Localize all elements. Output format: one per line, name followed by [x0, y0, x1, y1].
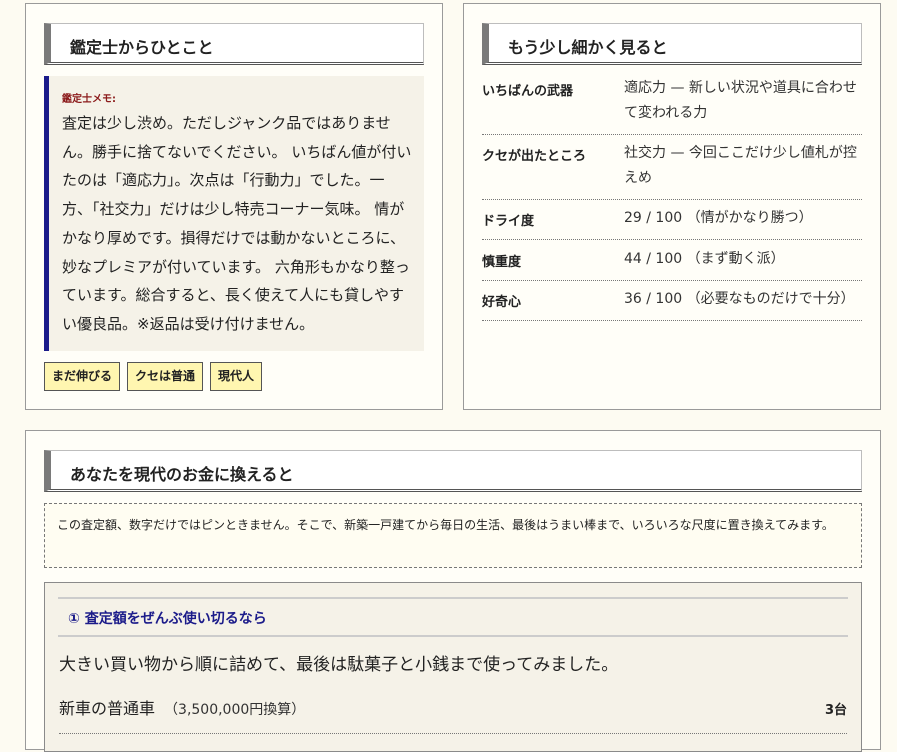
purchase-count: 3台: [824, 703, 847, 718]
detail-value: 適応力 — 新しい状況や道具に合わせて変われる力: [624, 80, 857, 121]
detail-label: クセが出たところ: [482, 149, 587, 164]
detail-row: いちばんの武器 適応力 — 新しい状況や道具に合わせて変われる力: [482, 76, 862, 135]
appraiser-memo: 鑑定士メモ: 査定は少し渋め。ただしジャンク品ではありません。勝手に捨てないでく…: [44, 76, 424, 351]
detail-label: ドライ度: [482, 214, 535, 229]
tag-item[interactable]: 現代人: [210, 362, 263, 391]
details-card: もう少し細かく見ると いちばんの武器 適応力 — 新しい状況や道具に合わせて変わ…: [463, 3, 881, 410]
purchase-item: 新車の普通車 （3,500,000円換算）: [59, 695, 305, 719]
detail-row: ドライ度 29 / 100 （情がかなり勝つ）: [482, 206, 862, 240]
detail-label: いちばんの武器: [482, 84, 574, 99]
memo-text: 査定は少し渋め。ただしジャンク品ではありません。勝手に捨てないでください。 いち…: [62, 114, 412, 333]
purchase-row: 新車の普通車 （3,500,000円換算） 3台: [59, 695, 847, 734]
tag-item[interactable]: まだ伸びる: [44, 362, 121, 391]
section-title: 鑑定士からひとこと: [70, 38, 214, 57]
purchase-item-label: 新車の普通車: [59, 699, 156, 718]
detail-label: 慎重度: [482, 255, 522, 270]
panel-lead-text: 大きい買い物から順に詰めて、最後は駄菓子と小銭まで使ってみました。: [59, 655, 619, 675]
section-title: もう少し細かく見ると: [508, 38, 668, 57]
panel-heading-text: ① 査定額をぜんぶ使い切るなら: [68, 611, 267, 627]
appraiser-comment-card: 鑑定士からひとこと 鑑定士メモ: 査定は少し渋め。ただしジャンク品ではありません…: [25, 3, 443, 410]
section-heading: もう少し細かく見ると: [482, 23, 862, 65]
detail-value: 社交力 — 今回ここだけ少し値札が控えめ: [624, 145, 857, 186]
intro-note-text: この査定額、数字だけではピンときません。そこで、新築一戸建てから毎日の生活、最後…: [57, 518, 834, 532]
detail-row: クセが出たところ 社交力 — 今回ここだけ少し値札が控えめ: [482, 141, 862, 200]
detail-value: 29 / 100 （情がかなり勝つ）: [624, 210, 813, 226]
detail-value: 36 / 100 （必要なものだけで十分）: [624, 291, 855, 307]
purchase-item-price: （3,500,000円換算）: [171, 702, 306, 718]
detail-row: 慎重度 44 / 100 （まず動く派）: [482, 247, 862, 281]
section-title: あなたを現代のお金に換えると: [70, 465, 294, 484]
tag-item[interactable]: クセは普通: [127, 362, 204, 391]
detail-row: 好奇心 36 / 100 （必要なものだけで十分）: [482, 287, 862, 321]
panel-heading: ① 査定額をぜんぶ使い切るなら: [58, 597, 848, 637]
money-conversion-card: あなたを現代のお金に換えると この査定額、数字だけではピンときません。そこで、新…: [25, 430, 881, 752]
detail-value: 44 / 100 （まず動く派）: [624, 251, 785, 267]
memo-label: 鑑定士メモ:: [62, 94, 116, 105]
detail-label: 好奇心: [482, 295, 522, 310]
spend-all-panel: ① 査定額をぜんぶ使い切るなら 大きい買い物から順に詰めて、最後は駄菓子と小銭ま…: [44, 582, 862, 752]
section-heading: あなたを現代のお金に換えると: [44, 450, 862, 492]
intro-note: この査定額、数字だけではピンときません。そこで、新築一戸建てから毎日の生活、最後…: [44, 503, 862, 568]
section-heading: 鑑定士からひとこと: [44, 23, 424, 65]
